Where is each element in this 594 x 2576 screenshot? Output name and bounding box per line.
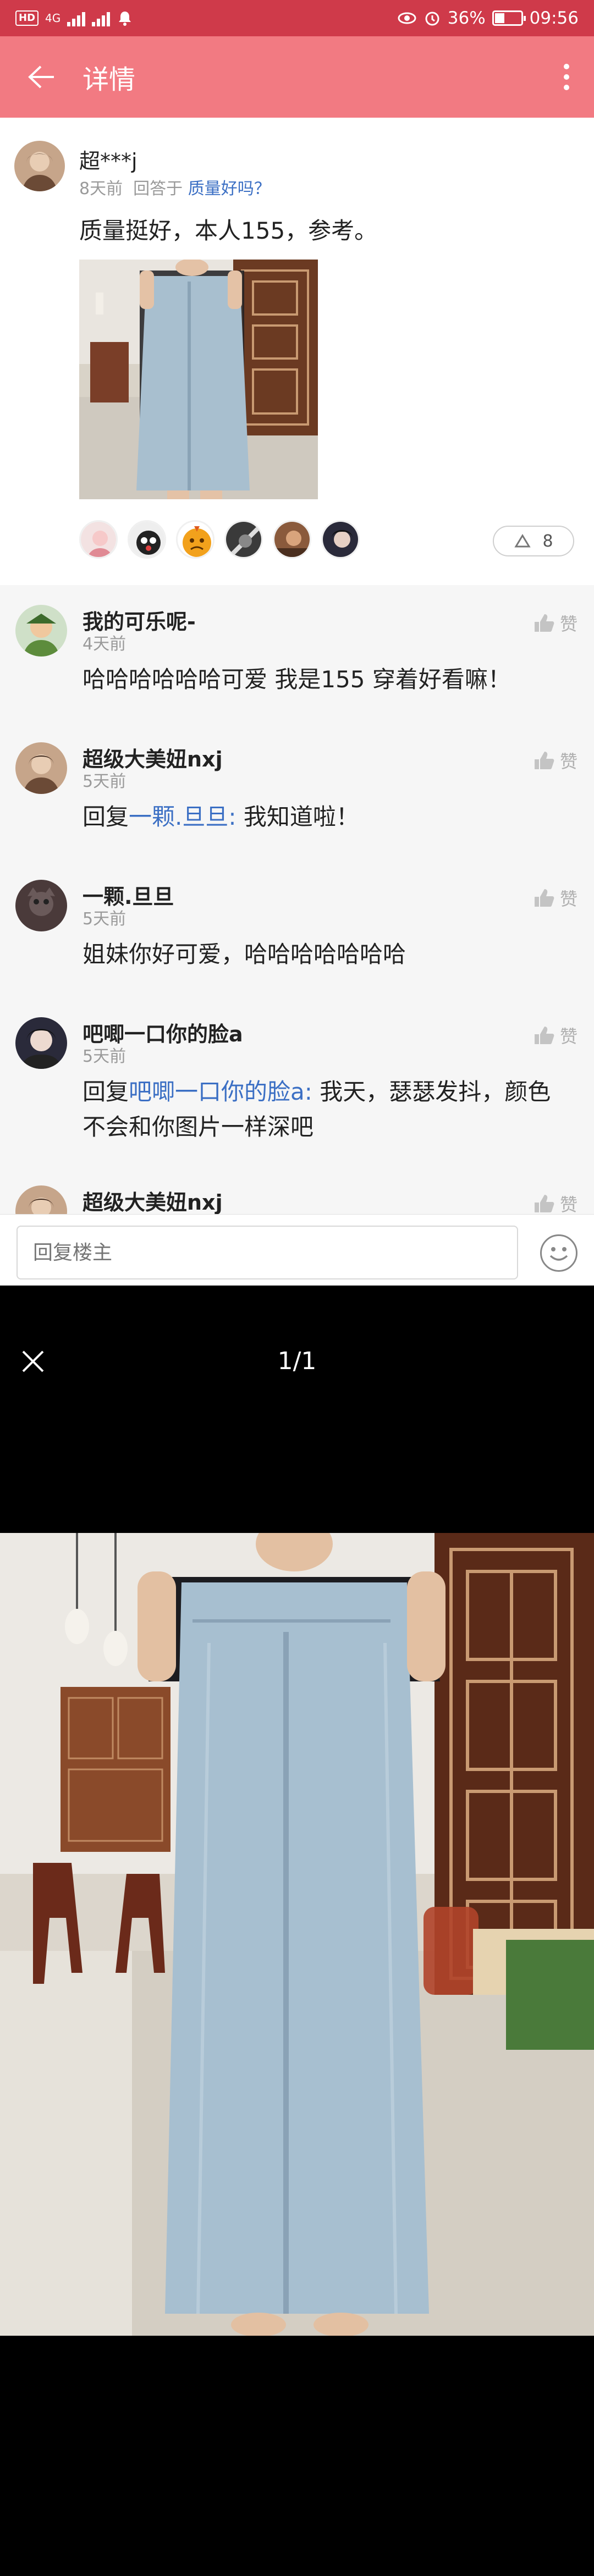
liker-avatar[interactable] — [176, 520, 215, 559]
commenter-avatar[interactable] — [15, 880, 67, 931]
commenter-avatar[interactable] — [15, 605, 67, 657]
liker-avatar[interactable] — [128, 520, 166, 559]
battery-icon — [492, 10, 526, 26]
comment-body: 我知道啦！ — [236, 803, 359, 830]
post-meta: 8天前 回答于 质量好吗？ — [79, 175, 271, 199]
comment-like-label: 赞 — [559, 1026, 578, 1047]
page-title: 详情 — [82, 64, 136, 95]
review-photo-thumbnail[interactable] — [79, 260, 318, 499]
comment-time: 5天前 — [82, 1047, 127, 1066]
app-bar: 详情 — [0, 36, 594, 118]
signal-icon-2 — [92, 10, 111, 26]
review-text: 质量挺好，本人155，参考。 — [79, 217, 378, 244]
liker-avatar[interactable] — [79, 520, 118, 559]
commenter-avatar[interactable] — [15, 1185, 67, 1214]
author-name[interactable]: 超***j — [79, 144, 138, 174]
comment-item: 超级大美妞nxj 5天前 赞 回复一颗.旦旦: 我知道啦！ — [0, 722, 594, 860]
review-photo-fullsize[interactable] — [0, 1533, 594, 2336]
reply-input[interactable] — [16, 1226, 518, 1279]
author-avatar[interactable] — [14, 141, 65, 191]
more-vert-icon[interactable] — [539, 36, 594, 118]
alarm-clock-icon — [425, 12, 439, 26]
comment-like-button[interactable]: 赞 — [534, 885, 578, 911]
thumb-up-icon — [534, 1195, 554, 1212]
comment-item: 我的可乐呢- 4天前 赞 哈哈哈哈哈哈可爱 我是155 穿着好看嘛！ — [0, 585, 594, 722]
comment-body: 姐妹你好可爱，哈哈哈哈哈哈哈 — [82, 941, 406, 968]
question-link[interactable]: 质量好吗？ — [188, 179, 271, 198]
image-counter: 1/1 — [277, 1347, 317, 1375]
status-bar: HD 4G 36% 09:56 — [0, 0, 594, 36]
thumb-up-icon — [534, 1027, 554, 1044]
image-viewer-screen: 1/1 — [0, 1286, 594, 2576]
liker-avatar-row — [79, 520, 360, 559]
comment-like-button[interactable]: 赞 — [534, 748, 578, 773]
comment-like-button[interactable]: 赞 — [534, 610, 578, 636]
comment-list: 我的可乐呢- 4天前 赞 哈哈哈哈哈哈可爱 我是155 穿着好看嘛！ 超级大美妞… — [0, 585, 594, 1214]
thumb-up-icon — [534, 752, 554, 769]
comment-like-button[interactable]: 赞 — [534, 1023, 578, 1048]
answer-prefix: 回答于 — [133, 179, 183, 198]
thumb-up-icon — [534, 889, 554, 907]
network-type-label: 4G — [45, 12, 61, 25]
comment-time: 4天前 — [82, 635, 127, 654]
comment-body: 哈哈哈哈哈哈可爱 我是155 穿着好看嘛！ — [82, 666, 511, 693]
reply-prefix: 回复 — [82, 1078, 129, 1105]
battery-percent: 36% — [447, 8, 486, 28]
liker-avatar[interactable] — [224, 520, 263, 559]
comment-item: 超级大美妞nxj 赞 — [0, 1166, 594, 1214]
comment-like-label: 赞 — [559, 751, 578, 772]
thumb-up-outline-icon — [514, 534, 531, 548]
arrow-left-icon — [28, 65, 54, 89]
post-time: 8天前 — [79, 179, 123, 198]
commenter-name[interactable]: 超级大美妞nxj — [82, 1185, 223, 1214]
liker-avatar[interactable] — [321, 520, 360, 559]
reply-to-link[interactable]: 吧唧一口你的脸a: — [129, 1078, 312, 1105]
main-review-post: 超***j 8天前 回答于 质量好吗？ 质量挺好，本人155，参考。 8 — [0, 118, 594, 585]
commenter-avatar[interactable] — [15, 1017, 67, 1069]
eye-icon — [398, 12, 416, 24]
thumb-up-icon — [534, 614, 554, 632]
comment-like-label: 赞 — [559, 614, 578, 635]
notification-bell-icon — [119, 12, 131, 26]
comment-text: 回复吧唧一口你的脸a: 我天，瑟瑟发抖，颜色不会和你图片一样深吧 — [82, 1074, 572, 1145]
signal-icon — [67, 10, 86, 26]
commenter-avatar[interactable] — [15, 742, 67, 794]
comment-like-button[interactable]: 赞 — [534, 1191, 578, 1214]
reply-prefix: 回复 — [82, 803, 129, 830]
like-count: 8 — [542, 531, 553, 551]
review-detail-screen: HD 4G 36% 09:56 详情 超***j 8天前 回答于 质量好吗？ 质… — [0, 0, 594, 1286]
comment-time: 5天前 — [82, 909, 127, 929]
smiley-face-icon[interactable] — [540, 1234, 578, 1272]
reply-to-link[interactable]: 一颗.旦旦: — [129, 803, 237, 830]
comment-item: 一颗.旦旦 5天前 赞 姐妹你好可爱，哈哈哈哈哈哈哈 — [0, 860, 594, 997]
comment-like-label: 赞 — [559, 1194, 578, 1214]
comment-text: 回复一颗.旦旦: 我知道啦！ — [82, 799, 572, 835]
liker-avatar[interactable] — [273, 520, 311, 559]
comment-item: 吧唧一口你的脸a 5天前 赞 回复吧唧一口你的脸a: 我天，瑟瑟发抖，颜色不会和… — [0, 997, 594, 1162]
back-button[interactable] — [0, 36, 82, 118]
hd-badge: HD — [15, 10, 39, 26]
comment-like-label: 赞 — [559, 889, 578, 909]
comment-text: 姐妹你好可爱，哈哈哈哈哈哈哈 — [82, 937, 572, 972]
comment-text: 哈哈哈哈哈哈可爱 我是155 穿着好看嘛！ — [82, 662, 572, 697]
reply-bar — [0, 1214, 594, 1286]
like-button[interactable]: 8 — [493, 526, 574, 556]
clock-time: 09:56 — [529, 8, 579, 28]
comment-time: 5天前 — [82, 772, 127, 791]
